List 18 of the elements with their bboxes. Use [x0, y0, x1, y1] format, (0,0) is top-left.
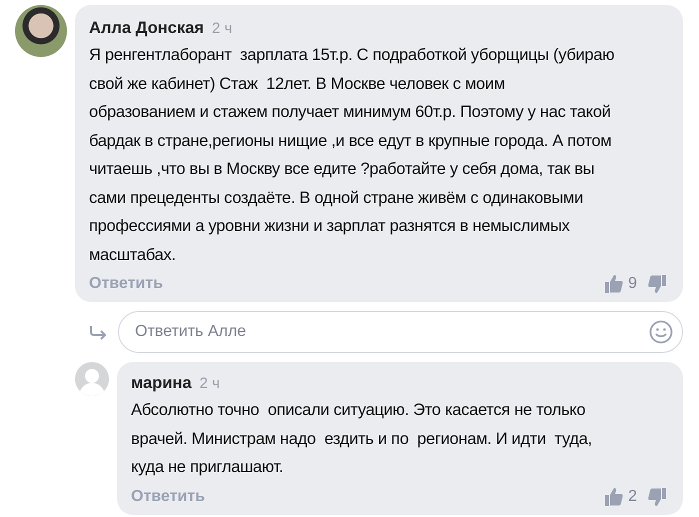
comment-text: Я ренгентлаборант зарплата 15т.р. С подработкой уборщицы (убираю свой же кабинет) Стаж 12лет. В Москве человек с моим образованием и стажем получает минимум 60т.р. Поэтому у нас такой бардак в стране,регионы нищие ,и все едут в крупные города. А потом читаешь ,что вы в Москву все едите ?работайте у себя дома, так вы сами прецеденты создаёте. В одной стране живём с одинаковыми профессиями а уровни жизни и зарплат разнятся в немыслимых масштабах.: [89, 45, 616, 266]
avatar-photo-placeholder: [15, 5, 67, 57]
thumbs-up-icon[interactable]: [604, 486, 624, 506]
avatar-silhouette-icon: [75, 362, 109, 396]
like-count: 9: [628, 275, 637, 293]
smiley-icon[interactable]: [649, 320, 673, 344]
comment-time: 2 ч: [200, 375, 220, 392]
comment-text: Абсолютно точно описали ситуацию. Это касается не только врачей. Министрам надо ездить и по регионам. И идти туда, куда не приглашают.: [131, 400, 593, 478]
thumbs-down-icon[interactable]: [647, 274, 667, 294]
thumbs-down-icon[interactable]: [647, 486, 667, 506]
reply-link[interactable]: Ответить: [131, 488, 205, 506]
reply-link[interactable]: Ответить: [89, 275, 163, 293]
thumbs-up-icon[interactable]: [604, 274, 624, 294]
like-count: 2: [628, 488, 637, 506]
author-name: марина: [131, 374, 192, 393]
reply-input-field[interactable]: Ответить Алле: [118, 311, 683, 353]
comment-time: 2 ч: [212, 20, 232, 37]
author-name: Алла Донская: [89, 19, 204, 38]
